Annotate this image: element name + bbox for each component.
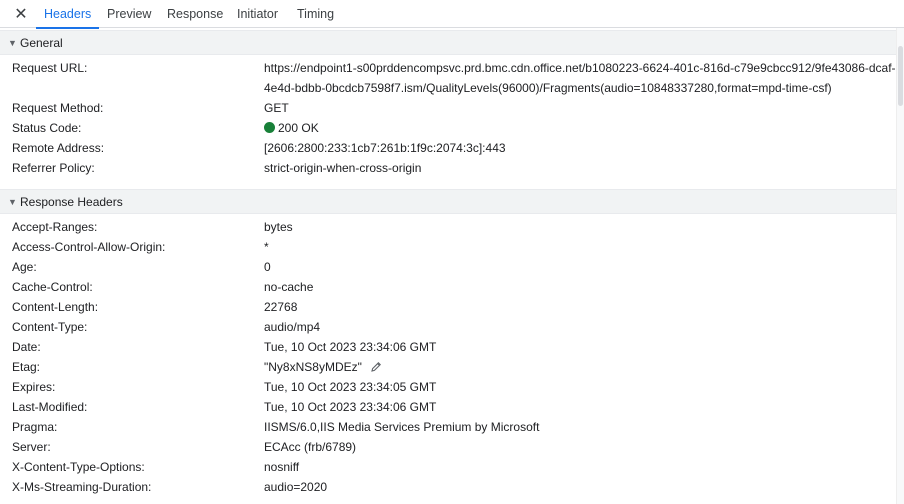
response-header-row: Accept-Ranges: bytes	[0, 217, 897, 237]
header-value[interactable]: bytes	[264, 217, 293, 237]
response-header-row: Date: Tue, 10 Oct 2023 23:34:06 GMT	[0, 337, 897, 357]
response-header-row: Content-Length: 22768	[0, 297, 897, 317]
general-row-remote-address: Remote Address: [2606:2800:233:1cb7:261b…	[0, 138, 897, 158]
etag-value[interactable]: "Ny8xNS8yMDEz"	[264, 357, 382, 379]
header-key: Access-Control-Allow-Origin:	[12, 240, 166, 254]
header-key: Content-Type:	[12, 320, 88, 334]
response-header-row: Expires: Tue, 10 Oct 2023 23:34:05 GMT	[0, 377, 897, 397]
general-row-referrer-policy: Referrer Policy: strict-origin-when-cros…	[0, 158, 897, 178]
response-header-row: Cache-Control: no-cache	[0, 277, 897, 297]
header-key: Cache-Control:	[12, 280, 93, 294]
response-header-row: Pragma: IISMS/6.0,IIS Media Services Pre…	[0, 417, 897, 437]
general-section-header[interactable]: ▼ General	[0, 30, 897, 55]
header-value[interactable]: Tue, 10 Oct 2023 23:34:06 GMT	[264, 337, 436, 357]
response-header-row: Content-Type: audio/mp4	[0, 317, 897, 337]
header-value[interactable]: audio/mp4	[264, 317, 320, 337]
status-value[interactable]: 200 OK	[264, 118, 319, 138]
response-header-row: X-Ms-Streaming-Duration: audio=2020	[0, 477, 897, 497]
tab-timing[interactable]: Timing	[297, 0, 334, 28]
header-key: Date:	[12, 340, 41, 354]
header-key: Server:	[12, 440, 51, 454]
header-value[interactable]: 0	[264, 257, 271, 277]
header-key: Request URL:	[12, 61, 88, 75]
vertical-scrollbar[interactable]	[896, 28, 904, 504]
response-header-row: Server: ECAcc (frb/6789)	[0, 437, 897, 457]
header-key: Remote Address:	[12, 141, 105, 155]
header-key: Expires:	[12, 380, 56, 394]
header-key: Age:	[12, 260, 37, 274]
header-value[interactable]: [2606:2800:233:1cb7:261b:1f9c:2074:3c]:4…	[264, 138, 506, 158]
general-row-request-url: Request URL: https://endpoint1-s00prdden…	[0, 58, 897, 98]
general-row-status-code: Status Code: 200 OK	[0, 118, 897, 138]
tab-preview[interactable]: Preview	[107, 0, 151, 28]
header-key: Content-Length:	[12, 300, 99, 314]
general-section-title: General	[20, 36, 63, 50]
close-icon[interactable]: ✕	[12, 5, 30, 23]
header-value: "Ny8xNS8yMDEz"	[264, 360, 362, 374]
header-value[interactable]: Tue, 10 Oct 2023 23:34:06 GMT	[264, 397, 436, 417]
response-header-row: X-Content-Type-Options: nosniff	[0, 457, 897, 477]
header-value[interactable]: ECAcc (frb/6789)	[264, 437, 356, 457]
status-text: 200 OK	[278, 121, 319, 135]
tab-headers[interactable]: Headers	[35, 0, 100, 29]
header-key: Accept-Ranges:	[12, 220, 98, 234]
header-key: Last-Modified:	[12, 400, 88, 414]
tab-initiator[interactable]: Initiator	[237, 0, 278, 28]
general-row-request-method: Request Method: GET	[0, 98, 897, 118]
scrollbar-thumb[interactable]	[898, 46, 903, 106]
response-header-row: Etag: "Ny8xNS8yMDEz"	[0, 357, 897, 377]
response-header-row: Access-Control-Allow-Origin: *	[0, 237, 897, 257]
response-header-row: Last-Modified: Tue, 10 Oct 2023 23:34:06…	[0, 397, 897, 417]
header-value[interactable]: *	[264, 237, 269, 257]
header-key: X-Ms-Streaming-Duration:	[12, 480, 152, 494]
header-value[interactable]: strict-origin-when-cross-origin	[264, 158, 421, 178]
header-value[interactable]: 22768	[264, 297, 297, 317]
header-key: Status Code:	[12, 121, 82, 135]
tab-bar: ✕ Headers Preview Response Initiator Tim…	[0, 0, 904, 29]
response-headers-section-header[interactable]: ▼ Response Headers	[0, 189, 897, 214]
response-header-row: Age: 0	[0, 257, 897, 277]
header-value[interactable]: Tue, 10 Oct 2023 23:34:05 GMT	[264, 377, 436, 397]
response-headers-section-title: Response Headers	[20, 195, 123, 209]
header-key: Referrer Policy:	[12, 161, 95, 175]
header-value[interactable]: GET	[264, 98, 289, 118]
header-value[interactable]: audio=2020	[264, 477, 327, 497]
header-value[interactable]: nosniff	[264, 457, 299, 477]
header-key: X-Content-Type-Options:	[12, 460, 145, 474]
header-key: Etag:	[12, 360, 41, 374]
header-value[interactable]: https://endpoint1-s00prddencompsvc.prd.b…	[264, 58, 896, 98]
status-ok-icon	[264, 122, 275, 133]
tab-response[interactable]: Response	[167, 0, 223, 28]
triangle-down-icon: ▼	[8, 38, 17, 48]
pencil-icon[interactable]	[370, 359, 382, 379]
header-key: Request Method:	[12, 101, 104, 115]
header-value[interactable]: no-cache	[264, 277, 313, 297]
header-key: Pragma:	[12, 420, 58, 434]
header-value[interactable]: IISMS/6.0,IIS Media Services Premium by …	[264, 417, 539, 437]
triangle-down-icon: ▼	[8, 197, 17, 207]
